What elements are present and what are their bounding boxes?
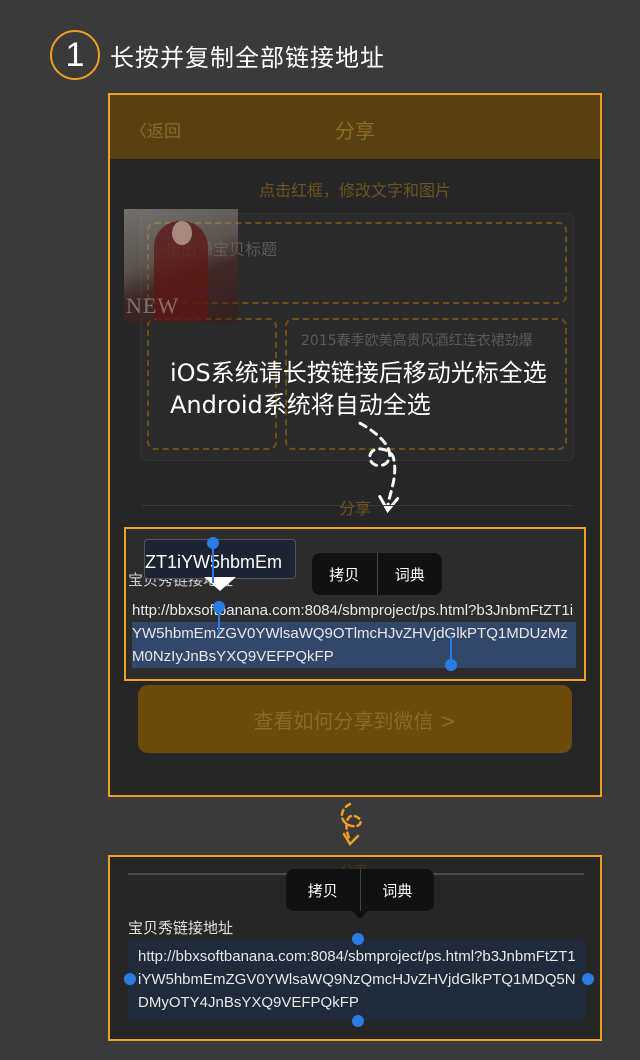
selection-handle-bottom[interactable] [352, 1015, 364, 1027]
link-text-selected[interactable]: http://bbxsoftbanana.com:8084/sbmproject… [128, 939, 586, 1021]
step-number-badge: 1 [50, 30, 100, 80]
selection-handle-right[interactable] [582, 973, 594, 985]
nav-bar: 〈返回 分享 [110, 95, 600, 159]
selection-handle-mid[interactable] [213, 601, 225, 613]
selection-handle-left[interactable] [124, 973, 136, 985]
selection-handle-start[interactable] [207, 537, 219, 549]
dictionary-button[interactable]: 词典 [361, 869, 435, 911]
product-image-text: NEW [126, 293, 180, 318]
product-model-head [172, 221, 192, 245]
share-section-label: 分享 [338, 499, 371, 518]
dictionary-button[interactable]: 词典 [378, 553, 443, 595]
copy-button[interactable]: 拷贝 [286, 869, 360, 911]
selection-cursor-start[interactable] [212, 543, 214, 583]
text-magnifier: ZT1iYW5hbmEm [144, 539, 296, 579]
edit-menu-top: 拷贝 词典 [312, 553, 442, 595]
connector-arrow-icon [340, 802, 362, 847]
link-panel-top: 宝贝秀链接地址 http://bbxsoftbanana.com:8084/sb… [124, 527, 586, 681]
selection-handle-top[interactable] [352, 933, 364, 945]
copy-button[interactable]: 拷贝 [312, 553, 377, 595]
edit-hint: 点击红框，修改文字和图片 [258, 181, 451, 200]
magnifier-pointer [204, 577, 236, 591]
share-to-wechat-button[interactable]: 查看如何分享到微信 > [138, 685, 572, 753]
step-title: 长按并复制全部链接地址 [110, 44, 385, 72]
link-label: 宝贝秀链接地址 [128, 919, 234, 937]
phone-screenshot-top: 〈返回 分享 点击红框，修改文字和图片 带出源宝贝标题 2015春季欧美高贵风酒… [108, 93, 602, 797]
selection-handle-end[interactable] [445, 659, 457, 671]
menu-pointer [352, 911, 368, 919]
phone-screenshot-bottom: 分享 拷贝 词典 宝贝秀链接地址 http://bbxsoftbanana.co… [108, 855, 602, 1041]
android-instruction: Android系统将自动全选 [170, 391, 431, 419]
edit-menu-bottom: 拷贝 词典 [286, 869, 434, 911]
nav-title: 分享 [335, 119, 375, 143]
link-text-selected[interactable]: http://bbxsoftbanana.com:8084/sbmproject… [132, 599, 576, 668]
product-description: 2015春季欧美高贵风酒红连衣裙劲爆 [301, 333, 533, 349]
ios-instruction: iOS系统请长按链接后移动光标全选 [170, 359, 547, 387]
